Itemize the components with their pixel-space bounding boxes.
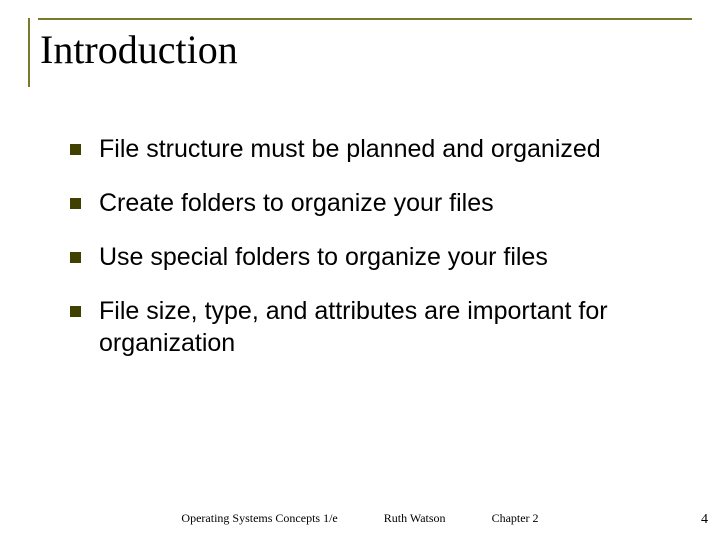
list-item-text: Use special folders to organize your fil… <box>99 241 548 273</box>
square-bullet-icon <box>70 252 81 263</box>
square-bullet-icon <box>70 198 81 209</box>
footer-center: Ruth Watson <box>384 511 446 526</box>
bullet-list: File structure must be planned and organ… <box>70 133 672 359</box>
title-block: Introduction <box>28 18 692 87</box>
page-number: 4 <box>701 512 708 528</box>
content-area: File structure must be planned and organ… <box>28 87 692 359</box>
list-item: Use special folders to organize your fil… <box>70 241 672 273</box>
square-bullet-icon <box>70 306 81 317</box>
list-item-text: File size, type, and attributes are impo… <box>99 295 672 359</box>
footer-left: Operating Systems Concepts 1/e <box>181 511 337 526</box>
footer-right: Chapter 2 <box>492 511 539 526</box>
square-bullet-icon <box>70 144 81 155</box>
list-item: File structure must be planned and organ… <box>70 133 672 165</box>
slide-title: Introduction <box>38 20 692 87</box>
list-item-text: File structure must be planned and organ… <box>99 133 601 165</box>
footer: Operating Systems Concepts 1/e Ruth Wats… <box>0 511 720 526</box>
list-item: Create folders to organize your files <box>70 187 672 219</box>
list-item-text: Create folders to organize your files <box>99 187 494 219</box>
slide: Introduction File structure must be plan… <box>0 0 720 540</box>
list-item: File size, type, and attributes are impo… <box>70 295 672 359</box>
